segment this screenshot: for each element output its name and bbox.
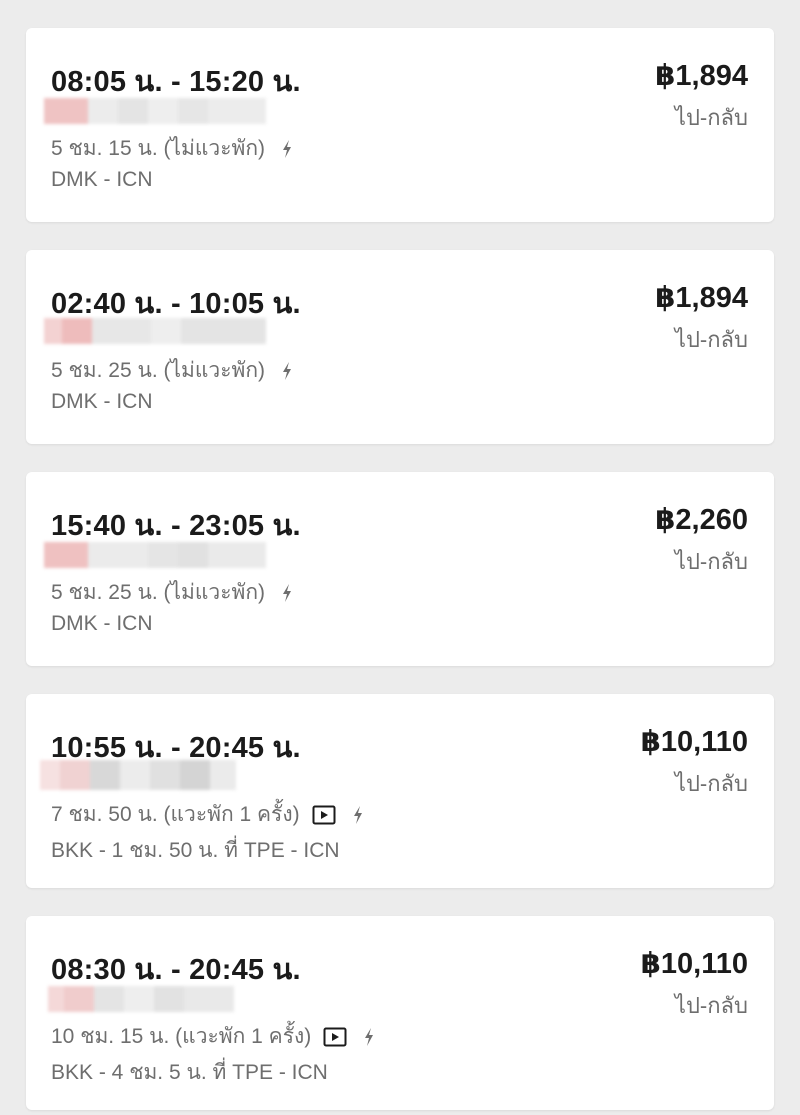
flight-duration: 5 ชม. 25 น. (ไม่แวะพัก) [51, 354, 293, 387]
airline-logo-blurred [48, 986, 234, 1012]
play-media-icon [312, 805, 336, 825]
flight-route: DMK - ICN [51, 390, 153, 413]
trip-type-label: ไป-กลับ [674, 993, 748, 1018]
duration-text: 5 ชม. 15 น. (ไม่แวะพัก) [51, 137, 266, 160]
flight-price: ฿10,110 [640, 948, 748, 980]
flight-result-card[interactable]: 15:40 น. - 23:05 น. ฿2,260 ไป-กลับ 5 ชม.… [26, 472, 774, 666]
flight-result-card[interactable]: 08:30 น. - 20:45 น. ฿10,110 ไป-กลับ 10 ช… [26, 916, 774, 1110]
flight-route: BKK - 1 ชม. 50 น. ที่ TPE - ICN [51, 839, 340, 862]
bolt-icon [352, 805, 364, 825]
flight-route: DMK - ICN [51, 612, 153, 635]
flight-duration: 5 ชม. 15 น. (ไม่แวะพัก) [51, 132, 293, 165]
flight-result-card[interactable]: 10:55 น. - 20:45 น. ฿10,110 ไป-กลับ 7 ชม… [26, 694, 774, 888]
duration-text: 5 ชม. 25 น. (ไม่แวะพัก) [51, 581, 266, 604]
flight-duration: 10 ชม. 15 น. (แวะพัก 1 ครั้ง) [51, 1020, 375, 1053]
flight-price: ฿10,110 [640, 726, 748, 758]
play-media-icon [323, 1027, 347, 1047]
bolt-icon [281, 361, 293, 381]
duration-text: 10 ชม. 15 น. (แวะพัก 1 ครั้ง) [51, 1025, 312, 1048]
bolt-icon [281, 139, 293, 159]
trip-type-label: ไป-กลับ [674, 549, 748, 574]
trip-type-label: ไป-กลับ [674, 771, 748, 796]
duration-text: 7 ชม. 50 น. (แวะพัก 1 ครั้ง) [51, 803, 300, 826]
bolt-icon [281, 583, 293, 603]
flight-duration: 7 ชม. 50 น. (แวะพัก 1 ครั้ง) [51, 798, 364, 831]
flight-duration: 5 ชม. 25 น. (ไม่แวะพัก) [51, 576, 293, 609]
flight-price: ฿2,260 [655, 504, 748, 536]
flight-result-card[interactable]: 02:40 น. - 10:05 น. ฿1,894 ไป-กลับ 5 ชม.… [26, 250, 774, 444]
flight-price: ฿1,894 [655, 60, 748, 92]
duration-text: 5 ชม. 25 น. (ไม่แวะพัก) [51, 359, 266, 382]
trip-type-label: ไป-กลับ [674, 327, 748, 352]
airline-logo-blurred [44, 542, 266, 568]
bolt-icon [363, 1027, 375, 1047]
flight-route: BKK - 4 ชม. 5 น. ที่ TPE - ICN [51, 1061, 328, 1084]
airline-logo-blurred [44, 98, 266, 124]
trip-type-label: ไป-กลับ [674, 105, 748, 130]
flight-price: ฿1,894 [655, 282, 748, 314]
flight-result-card[interactable]: 08:05 น. - 15:20 น. ฿1,894 ไป-กลับ 5 ชม.… [26, 28, 774, 222]
flight-route: DMK - ICN [51, 168, 153, 191]
airline-logo-blurred [44, 318, 267, 344]
flight-results-list: 08:05 น. - 15:20 น. ฿1,894 ไป-กลับ 5 ชม.… [0, 0, 800, 1115]
airline-logo-blurred [40, 760, 236, 790]
